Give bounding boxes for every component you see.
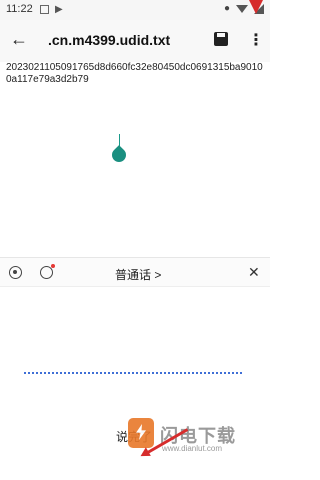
file-title: .cn.m4399.udid.txt (48, 32, 171, 48)
language-selector[interactable]: 普通话 > (115, 266, 161, 283)
text-editor[interactable]: 2023021105091765d8d660fc32e80450dc069131… (0, 62, 270, 257)
status-bar: 11:22 ▶ ● (0, 0, 270, 20)
text-cursor (119, 134, 120, 146)
more-options-icon[interactable]: ⋮ (248, 30, 264, 50)
settings-icon[interactable] (9, 266, 22, 279)
location-icon: ● (223, 3, 230, 14)
cursor-handle-icon[interactable] (109, 145, 129, 165)
voice-mode-icon[interactable] (40, 266, 53, 279)
close-icon[interactable]: ✕ (248, 264, 260, 281)
voice-input-bar: 普通话 > ✕ (0, 257, 270, 287)
notification-dot-icon (51, 264, 55, 268)
back-arrow-icon[interactable]: ← (10, 29, 28, 50)
wifi-icon (236, 4, 248, 13)
app-toolbar: ← .cn.m4399.udid.txt ⋮ (0, 20, 270, 62)
watermark-logo-icon (128, 418, 154, 448)
status-time: 11:22 (6, 3, 33, 15)
save-icon[interactable] (214, 32, 228, 46)
watermark-url: www.dianlut.com (162, 444, 223, 453)
play-icon: ▶ (55, 4, 63, 15)
notification-icon (40, 5, 49, 14)
voice-waveform (24, 372, 242, 374)
voice-input-panel: 说完了 (0, 288, 270, 480)
annotation-arrow-top-icon (249, 0, 263, 14)
editor-content[interactable]: 2023021105091765d8d660fc32e80450dc069131… (6, 62, 264, 86)
